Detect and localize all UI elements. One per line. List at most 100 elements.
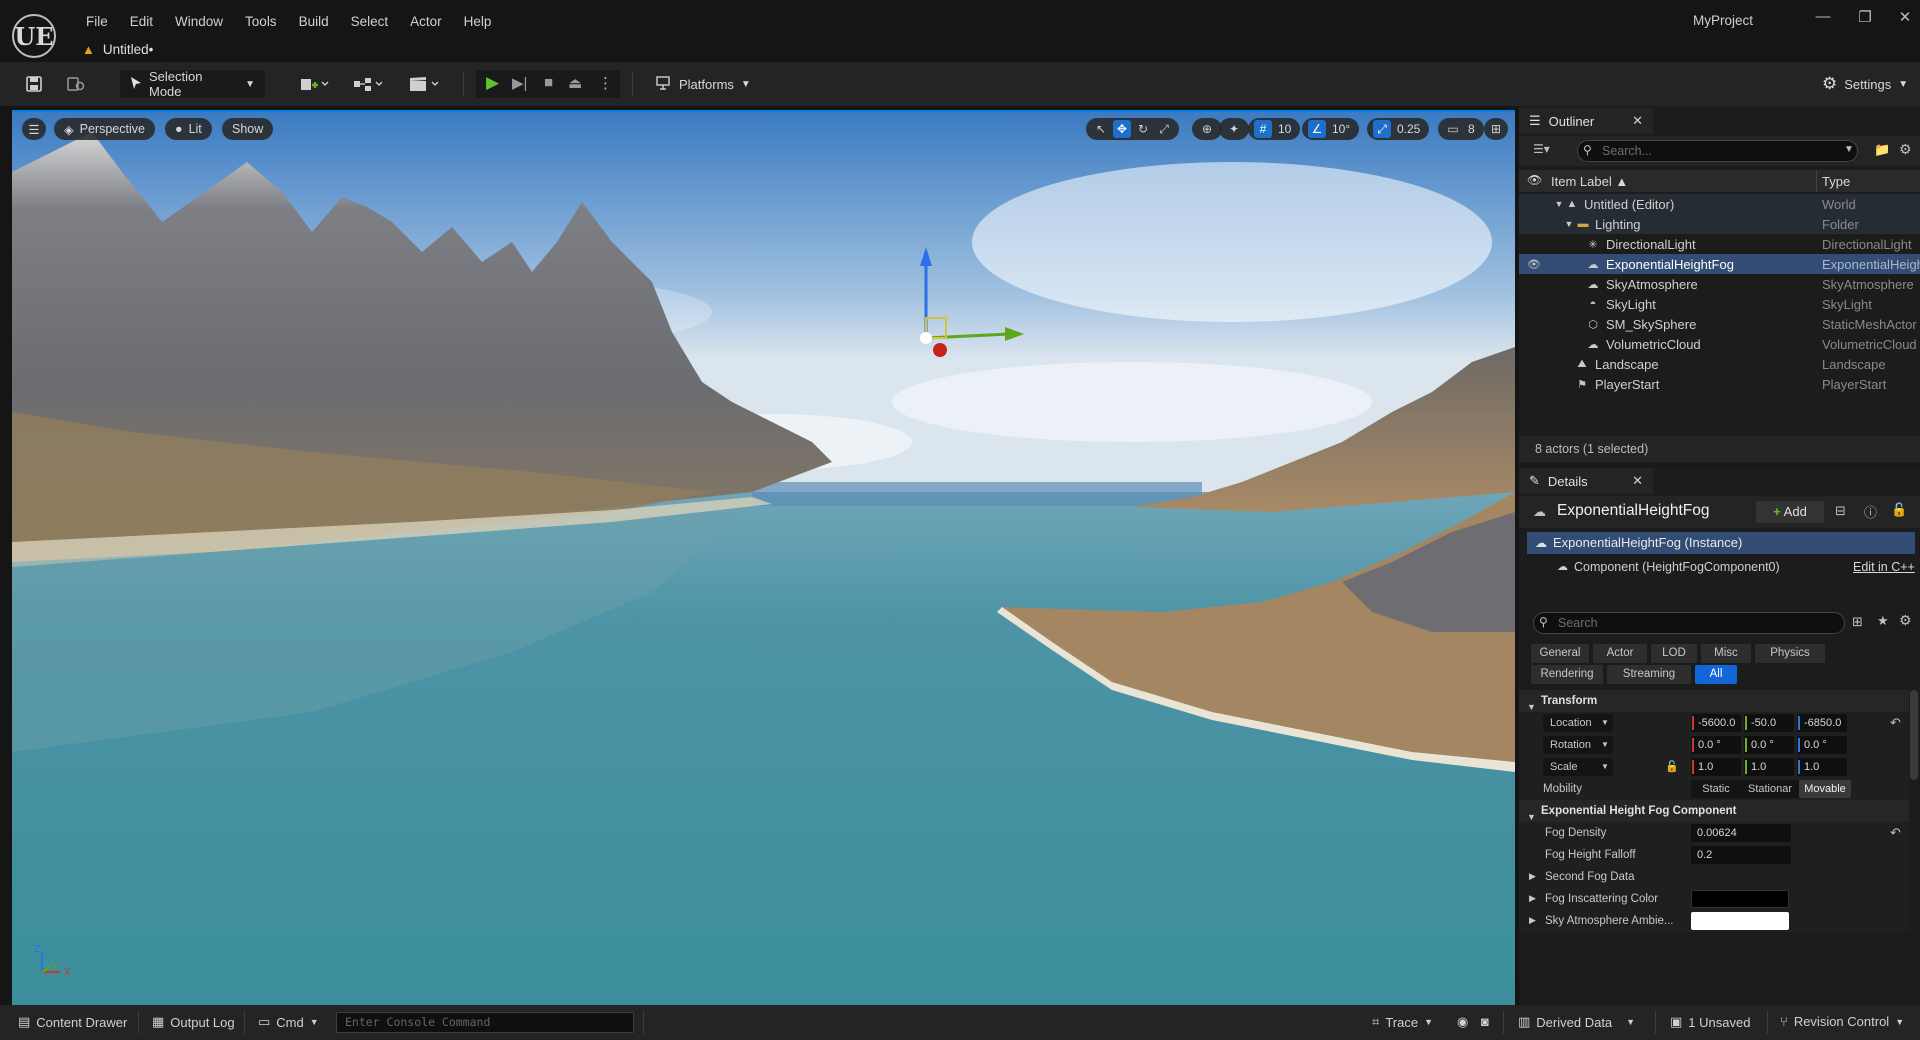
lit-button[interactable]: ● Lit [165,118,212,140]
inscatter-color-swatch[interactable] [1691,890,1789,908]
show-button[interactable]: Show [222,118,274,140]
location-z-field[interactable]: -6850.0 [1797,714,1847,732]
derived-data-dropdown[interactable]: ▥ Derived Data ▼ [1518,1014,1635,1030]
rotate-tool-icon[interactable]: ↻ [1134,120,1152,138]
menu-help[interactable]: Help [453,11,503,33]
help-icon[interactable]: ⓘ [1864,502,1877,521]
filter-general[interactable]: General [1531,644,1589,663]
scale-dropdown[interactable]: Scale ▼ [1543,758,1613,776]
selection-mode-dropdown[interactable]: Selection Mode ▼ [120,69,265,99]
list-item[interactable]: ☁ SkyAtmosphere SkyAtmosphere [1519,274,1920,294]
platforms-dropdown[interactable]: Platforms ▼ [646,70,751,98]
chevron-down-icon[interactable]: ▼ [1844,144,1854,155]
table-view-icon[interactable]: ⊞ [1852,614,1863,630]
list-item[interactable]: ⛰ Landscape Landscape [1519,354,1920,374]
filter-lod[interactable]: LOD [1651,644,1697,663]
viewport-layout[interactable]: ⊞ [1484,118,1508,140]
cmd-dropdown[interactable]: ▭ Cmd ▼ [258,1014,319,1030]
menu-build[interactable]: Build [288,11,340,33]
play-icon[interactable]: ▶ [486,73,499,93]
translate-tool-icon[interactable]: ✥ [1113,120,1131,138]
filter-icon[interactable]: ☰▾ [1533,142,1550,156]
details-tab[interactable]: ✎ Details ✕ [1519,468,1653,494]
instance-row[interactable]: ExponentialHeightFog (Instance) [1527,532,1915,554]
save-icon[interactable] [24,74,44,94]
close-icon[interactable]: ✕ [1632,113,1643,129]
source-control-icon[interactable] [66,74,86,94]
world-space-icon[interactable]: ⊕ [1198,120,1216,138]
menu-edit[interactable]: Edit [119,11,164,33]
surface-snap-icon[interactable]: ✦ [1225,120,1243,138]
visibility-eye-icon[interactable]: 👁 [1527,173,1542,187]
second-fog-row[interactable]: ▶ Second Fog Data [1519,866,1909,888]
fog-density-field[interactable]: 0.00624 [1691,824,1791,842]
list-item[interactable]: ⬡ SM_SkySphere StaticMeshActor [1519,314,1920,334]
component-row[interactable]: ☁ Component (HeightFogComponent0) Edit i… [1519,556,1920,578]
scale-snap[interactable]: ⤢ 0.25 [1367,118,1430,140]
lock-icon[interactable]: 🔓 [1665,760,1679,773]
scale-y-field[interactable]: 1.0 [1744,758,1794,776]
menu-tools[interactable]: Tools [234,11,288,33]
content-drawer-button[interactable]: ▤ Content Drawer [18,1014,127,1030]
list-item[interactable]: ▼ ▲ Untitled (Editor) World [1519,194,1920,214]
list-item[interactable]: ☁ VolumetricCloud VolumetricCloud [1519,334,1920,354]
add-content-icon[interactable] [296,74,332,94]
collapse-arrow-icon[interactable]: ▼ [1552,197,1566,211]
stop-icon[interactable]: ■ [544,74,553,91]
camera-speed[interactable]: ▭ 8 [1438,118,1484,140]
filter-physics[interactable]: Physics [1755,644,1825,663]
restore-button[interactable]: ❐ [1850,8,1880,26]
collapse-arrow-icon[interactable]: ▼ [1562,217,1576,231]
lock-icon[interactable]: 🔓 [1891,502,1907,518]
transform-section[interactable]: ▼ Transform [1519,690,1909,712]
mobility-static[interactable]: Static [1691,780,1741,798]
select-tool-icon[interactable]: ↖ [1092,120,1110,138]
rotation-dropdown[interactable]: Rotation ▼ [1543,736,1613,754]
record-button[interactable]: ◉ [1457,1014,1468,1030]
rotation-z-field[interactable]: 0.0 ° [1797,736,1847,754]
type-column[interactable]: Type [1822,174,1850,189]
close-window-button[interactable]: ✕ [1890,8,1920,26]
menu-window[interactable]: Window [164,11,234,33]
level-viewport[interactable]: Z X Y ☰ ◈ Perspective ● Lit Show ↖ ✥ ↻ ⤢… [12,110,1515,1005]
filter-misc[interactable]: Misc [1701,644,1751,663]
filter-streaming[interactable]: Streaming [1607,665,1691,684]
location-y-field[interactable]: -50.0 [1744,714,1794,732]
advance-frame-icon[interactable]: ▶| [512,74,527,92]
minimize-button[interactable]: — [1808,8,1838,25]
perspective-button[interactable]: ◈ Perspective [54,118,155,140]
menu-actor[interactable]: Actor [399,11,453,33]
filter-all[interactable]: All [1695,665,1737,684]
viewport-menu-button[interactable]: ☰ [22,118,46,140]
blueprint-icon[interactable] [350,74,390,94]
sky-ambient-color-swatch[interactable] [1691,912,1789,930]
mobility-movable[interactable]: Movable [1799,780,1851,798]
trace-dropdown[interactable]: ⌗ Trace ▼ [1372,1014,1433,1030]
settings-dropdown[interactable]: ⚙ Settings ▼ [1812,70,1912,98]
list-item[interactable]: ⚑ PlayerStart PlayerStart [1519,374,1920,394]
details-search-input[interactable]: Search [1533,612,1845,634]
revision-control-dropdown[interactable]: ⑂ Revision Control ▼ [1780,1014,1904,1029]
grid-snap[interactable]: # 10 [1248,118,1301,140]
star-icon[interactable]: ★ [1877,613,1889,629]
visibility-eye-icon[interactable]: 👁 [1527,257,1541,271]
location-x-field[interactable]: -5600.0 [1691,714,1741,732]
add-folder-icon[interactable]: 📁 [1874,142,1890,158]
mobility-stationary[interactable]: Stationar [1743,780,1797,798]
fog-component-section[interactable]: ▼ Exponential Height Fog Component [1519,800,1909,822]
location-dropdown[interactable]: Location ▼ [1543,714,1613,732]
rotation-y-field[interactable]: 0.0 ° [1744,736,1794,754]
menu-select[interactable]: Select [340,11,400,33]
unreal-logo-icon[interactable]: UE [12,14,56,58]
more-options-icon[interactable]: ⋮ [598,74,613,92]
filter-rendering[interactable]: Rendering [1531,665,1603,684]
close-icon[interactable]: ✕ [1632,473,1643,489]
list-item[interactable]: ▼ ▬ Lighting Folder [1519,214,1920,234]
item-label-column[interactable]: Item Label ▲ [1551,174,1628,189]
edit-cpp-link[interactable]: Edit in C++ [1853,556,1915,578]
list-item[interactable]: ◓ SkyLight SkyLight [1519,294,1920,314]
unsaved-button[interactable]: ▣ 1 Unsaved [1670,1014,1750,1030]
add-component-button[interactable]: + Add [1756,501,1824,523]
menu-file[interactable]: File [75,11,119,33]
blueprint-icon[interactable]: ⊟ [1835,503,1846,519]
